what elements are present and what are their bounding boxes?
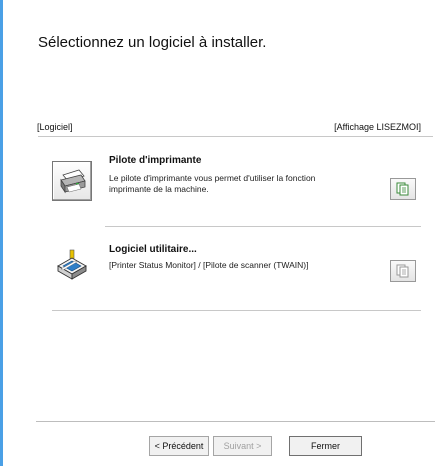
readme-column-header: [Affichage LISEZMOI] [334, 122, 421, 132]
installer-window: Sélectionnez un logiciel à installer. [L… [0, 0, 435, 466]
utility-software-readme-button[interactable] [390, 260, 416, 282]
printer-driver-desc-line1: Le pilote d'imprimante vous permet d'uti… [109, 173, 316, 183]
utility-software-desc: [Printer Status Monitor] / [Pilote de sc… [109, 260, 309, 270]
header-divider [38, 136, 433, 137]
scanner-icon [57, 249, 87, 280]
document-icon [396, 264, 409, 278]
back-button[interactable]: < Précédent [149, 436, 209, 456]
page-title: Sélectionnez un logiciel à installer. [38, 34, 267, 51]
next-button[interactable]: Suivant > [213, 436, 272, 456]
printer-driver-desc-line2: imprimante de la machine. [109, 184, 209, 194]
printer-driver-readme-button[interactable] [390, 178, 416, 200]
utility-software-title: Logiciel utilitaire... [109, 244, 197, 255]
printer-icon [60, 169, 86, 194]
document-icon [396, 182, 409, 196]
software-column-header: [Logiciel] [37, 122, 73, 132]
item-divider [52, 310, 421, 311]
close-button[interactable]: Fermer [289, 436, 362, 456]
utility-software-button[interactable] [52, 245, 92, 285]
printer-driver-button[interactable] [52, 161, 92, 201]
item-divider [105, 226, 421, 227]
printer-driver-title: Pilote d'imprimante [109, 155, 202, 166]
footer-divider [36, 421, 435, 422]
